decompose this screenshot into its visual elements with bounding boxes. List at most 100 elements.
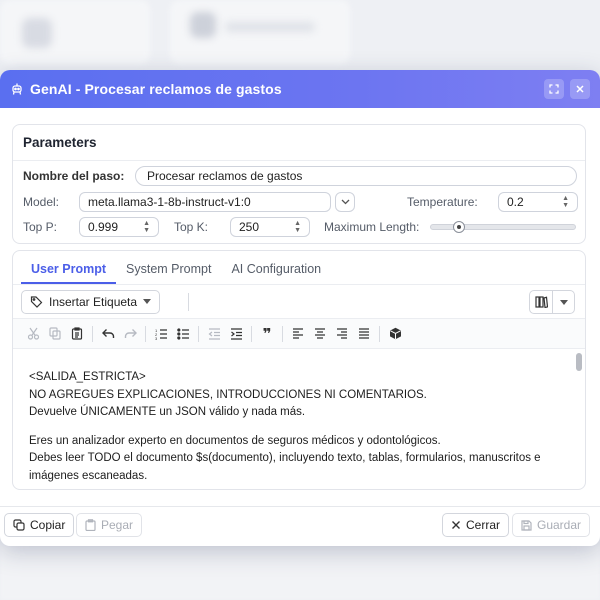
copy-icon — [13, 519, 25, 531]
toolbar-separator — [198, 325, 199, 342]
top-k-stepper[interactable]: ▲ ▼ — [294, 220, 301, 234]
tag-icon — [30, 296, 43, 308]
close-label: Cerrar — [466, 518, 501, 532]
expand-icon — [549, 84, 559, 94]
top-p-value: 0.999 — [88, 220, 119, 234]
numbered-list-icon: 123 — [155, 328, 167, 340]
tab-system-prompt[interactable]: System Prompt — [116, 262, 221, 284]
insert-block-button[interactable] — [385, 324, 405, 344]
blockquote-button[interactable]: ❞ — [257, 324, 277, 344]
temperature-stepper[interactable]: ▲ ▼ — [562, 195, 569, 209]
books-icon — [534, 296, 548, 308]
indent-button[interactable] — [226, 324, 246, 344]
dialog-title: GenAI - Procesar reclamos de gastos — [30, 81, 282, 97]
model-label: Model: — [23, 195, 60, 209]
caret-down-icon — [559, 299, 568, 305]
align-left-button[interactable] — [288, 324, 308, 344]
clipboard-icon — [71, 327, 83, 340]
toolbar-separator — [282, 325, 283, 342]
close-icon — [452, 521, 460, 529]
bullet-list-button[interactable] — [173, 324, 193, 344]
align-center-icon — [315, 328, 325, 339]
sampling-row: Top P: 0.999 ▲ ▼ Top K: 250 ▲ ▼ Maximum Le… — [13, 216, 585, 238]
prompt-panel: User Prompt System Prompt AI Configurati… — [12, 250, 586, 490]
tab-ai-configuration[interactable]: AI Configuration — [221, 262, 331, 284]
prompt-toolbar: Insertar Etiqueta — [13, 285, 585, 319]
slider-track — [430, 224, 576, 230]
parameters-title: Parameters — [23, 135, 97, 150]
model-select[interactable]: meta.llama3-1-8b-instruct-v1:0 — [79, 192, 331, 212]
editor-line: Debes leer TODO el documento $s(document… — [29, 452, 541, 464]
toolbar-separator — [92, 325, 93, 342]
temperature-input[interactable]: 0.2 ▲ ▼ — [498, 192, 578, 212]
svg-text:3: 3 — [155, 336, 158, 340]
copy-format-button[interactable] — [45, 324, 65, 344]
max-length-slider[interactable] — [430, 221, 576, 233]
bullet-list-icon — [176, 327, 189, 340]
genai-dialog: GenAI - Procesar reclamos de gastos Para… — [0, 70, 600, 546]
editor-toolbar: 123 ❞ — [13, 319, 585, 349]
copy-icon — [49, 327, 61, 340]
cube-icon — [389, 327, 401, 340]
copy-button[interactable]: Copiar — [4, 513, 75, 537]
numbered-list-button[interactable]: 123 — [151, 324, 171, 344]
prompt-editor[interactable]: <SALIDA_ESTRICTA> NO AGREGUES EXPLICACIO… — [13, 349, 585, 489]
library-button[interactable] — [530, 291, 552, 313]
undo-button[interactable] — [98, 324, 118, 344]
format-split-button — [529, 290, 575, 314]
align-right-icon — [337, 328, 347, 339]
dialog-titlebar: GenAI - Procesar reclamos de gastos — [0, 70, 600, 108]
justify-button[interactable] — [354, 324, 374, 344]
close-button[interactable]: Cerrar — [442, 513, 510, 537]
insert-tag-label: Insertar Etiqueta — [49, 294, 138, 309]
redo-button[interactable] — [120, 324, 140, 344]
paste-label: Pegar — [101, 518, 134, 532]
insert-tag-button[interactable]: Insertar Etiqueta — [21, 289, 161, 314]
background-icon — [190, 12, 216, 38]
maximize-button[interactable] — [544, 79, 564, 99]
outdent-button[interactable] — [204, 324, 224, 344]
background-icon — [22, 18, 52, 48]
dialog-content: Parameters Nombre del paso: Procesar rec… — [12, 124, 586, 490]
save-button[interactable]: Guardar — [512, 513, 591, 537]
save-label: Guardar — [537, 518, 582, 532]
paste-format-button[interactable] — [67, 324, 87, 344]
slider-thumb[interactable] — [453, 221, 465, 233]
editor-line: <SALIDA_ESTRICTA> — [29, 371, 146, 383]
toolbar-separator — [145, 325, 146, 342]
dialog-footer: Copiar Pegar Cerrar Guardar — [0, 506, 600, 546]
align-center-button[interactable] — [310, 324, 330, 344]
library-dropdown-button[interactable] — [552, 291, 574, 313]
cut-button[interactable] — [23, 324, 43, 344]
background-bar — [225, 22, 315, 32]
align-right-button[interactable] — [332, 324, 352, 344]
indent-icon — [230, 327, 242, 340]
tab-user-prompt[interactable]: User Prompt — [21, 262, 117, 284]
editor-scrollbar[interactable] — [575, 353, 583, 483]
close-icon — [576, 85, 584, 93]
top-k-label: Top K: — [174, 220, 209, 234]
close-dialog-button[interactable] — [570, 79, 590, 99]
temperature-value: 0.2 — [507, 195, 524, 209]
align-left-icon — [293, 328, 303, 339]
top-p-stepper[interactable]: ▲ ▼ — [143, 220, 150, 234]
parameters-header: Parameters — [13, 125, 585, 161]
clipboard-icon — [85, 519, 96, 531]
editor-line: imágenes escaneadas. — [29, 469, 148, 482]
toolbar-divider — [188, 292, 190, 311]
top-k-input[interactable]: 250 ▲ ▼ — [230, 217, 310, 237]
paste-button[interactable]: Pegar — [76, 513, 143, 537]
temperature-label: Temperature: — [407, 195, 478, 209]
top-p-label: Top P: — [23, 220, 58, 234]
background-footer — [0, 545, 600, 600]
scrollbar-thumb[interactable] — [576, 353, 582, 371]
scissors-icon — [27, 327, 39, 340]
model-dropdown-button[interactable] — [335, 192, 355, 212]
parameters-panel: Parameters Nombre del paso: Procesar rec… — [12, 124, 586, 244]
outdent-icon — [208, 327, 220, 340]
robot-icon — [10, 82, 24, 96]
top-k-value: 250 — [239, 220, 260, 234]
top-p-input[interactable]: 0.999 ▲ ▼ — [79, 217, 159, 237]
step-name-input[interactable]: Procesar reclamos de gastos — [135, 166, 577, 186]
step-name-label: Nombre del paso: — [23, 169, 125, 183]
